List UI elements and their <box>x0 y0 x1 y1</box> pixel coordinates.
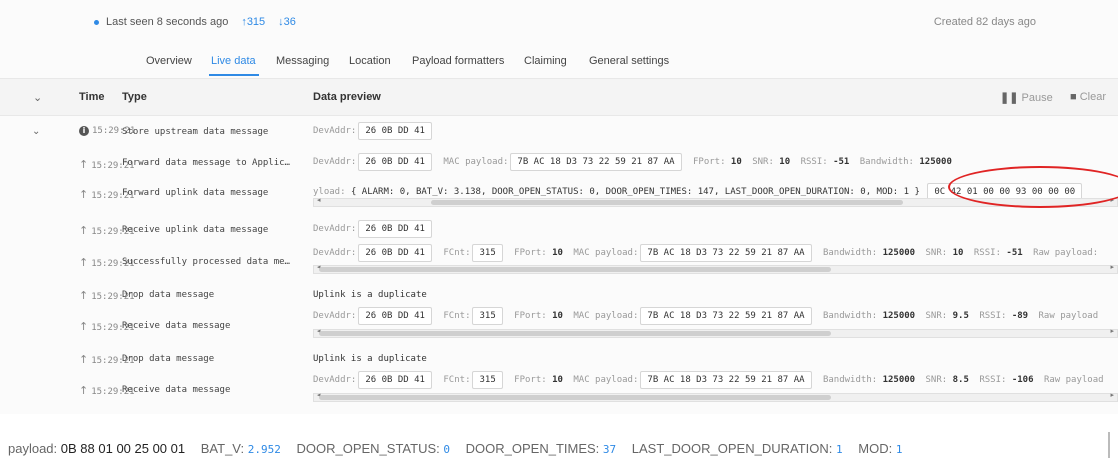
horizontal-scrollbar[interactable]: ◂ ▸ <box>313 263 1118 274</box>
row-preview: DevAddr: 26 0B DD 41 <box>313 122 1118 140</box>
tab-claiming[interactable]: Claiming <box>524 55 567 67</box>
tab-overview[interactable]: Overview <box>146 55 192 67</box>
active-tab-indicator <box>209 74 259 76</box>
scroll-right-icon[interactable]: ▸ <box>1110 391 1114 399</box>
info-icon: i <box>79 126 89 136</box>
row-type: Successfully processed data me… <box>122 257 290 267</box>
uplink-count: ↑315 <box>241 16 266 28</box>
row-type: Forward uplink data message <box>122 188 269 198</box>
mod-value: 1 <box>895 443 903 456</box>
tab-payload-formatters[interactable]: Payload formatters <box>412 55 504 67</box>
row-type: Store upstream data message <box>122 127 269 137</box>
live-data-panel: Last seen 8 seconds ago ↑315 ↓36 Created… <box>0 0 1118 414</box>
pause-button[interactable]: ❚❚ Pause <box>1000 91 1053 104</box>
last-door-open-duration-value: 1 <box>836 443 843 456</box>
horizontal-scrollbar[interactable]: ◂ ▸ <box>313 391 1118 402</box>
row-type: Drop data message <box>122 290 215 300</box>
row-preview: Uplink is a duplicate <box>313 290 427 300</box>
device-header <box>38 0 1118 78</box>
door-open-times-value: 37 <box>602 443 617 456</box>
uplink-arrow-icon: ↑ <box>79 188 89 201</box>
table-row[interactable]: ↑ 15:29:21 Receive uplink data message De… <box>0 217 1118 243</box>
tab-location[interactable]: Location <box>349 55 391 67</box>
created-date: Created 82 days ago <box>933 16 1036 28</box>
door-open-status-value: 0 <box>443 443 451 456</box>
row-preview: Uplink is a duplicate <box>313 354 427 364</box>
downlink-count: ↓36 <box>278 16 296 28</box>
scroll-right-icon[interactable]: ▸ <box>1110 327 1114 335</box>
uplink-arrow-icon: ↑ <box>79 224 89 237</box>
scroll-right-icon[interactable]: ▸ <box>1110 263 1114 271</box>
horizontal-scrollbar[interactable]: ◂ ▸ <box>313 327 1118 338</box>
table-row[interactable]: ⌄ i 15:29:21 Store upstream data message … <box>0 119 1118 145</box>
uplink-arrow-icon: ↑ <box>79 384 89 397</box>
status-dot-icon <box>94 19 99 25</box>
scrollbar-thumb[interactable] <box>319 331 831 336</box>
table-header: ⌄ Time Type Data preview ❚❚ Pause ■ Clea… <box>0 78 1118 116</box>
row-type: Receive data message <box>122 321 231 331</box>
tab-general-settings[interactable]: General settings <box>589 55 669 67</box>
highlight-ellipse <box>948 166 1118 208</box>
scrollbar-thumb[interactable] <box>319 395 831 400</box>
collapse-all-chevron-icon[interactable]: ⌄ <box>33 91 42 104</box>
partial-row <box>313 405 1118 414</box>
tab-live-data[interactable]: Live data <box>211 55 256 67</box>
payload-value: 0B 88 01 00 25 00 01 <box>60 441 186 456</box>
uplink-arrow-icon: ↑ <box>79 320 89 333</box>
tab-messaging[interactable]: Messaging <box>276 55 329 67</box>
row-type: Forward data message to Applic… <box>122 158 290 168</box>
row-preview: DevAddr: 26 0B DD 41 FCnt: 315 FPort: 10 M… <box>313 371 1118 389</box>
time-column-header: Time <box>79 91 105 103</box>
text-cursor <box>1108 432 1110 458</box>
preview-column-header: Data preview <box>313 91 381 103</box>
table-row[interactable]: ↑ 15:29:21 Forward data message to Applic… <box>0 150 1118 176</box>
row-type: Receive data message <box>122 385 231 395</box>
row-preview: DevAddr: 26 0B DD 41 FCnt: 315 FPort: 10 M… <box>313 244 1118 262</box>
bat-v-value: 2.952 <box>247 443 281 456</box>
last-seen: Last seen 8 seconds ago <box>106 16 229 28</box>
scroll-left-icon[interactable]: ◂ <box>317 196 321 204</box>
chevron-down-icon[interactable]: ⌄ <box>32 126 40 137</box>
clear-button[interactable]: ■ Clear <box>1070 91 1106 103</box>
row-type: Drop data message <box>122 354 215 364</box>
decoded-payload-summary: payload: 0B 88 01 00 25 00 01 BAT_V: 2.9… <box>8 441 903 456</box>
scrollbar-thumb[interactable] <box>319 267 831 272</box>
scrollbar-thumb[interactable] <box>431 200 903 205</box>
uplink-arrow-icon: ↑ <box>79 353 89 366</box>
uplink-arrow-icon: ↑ <box>79 158 89 171</box>
type-column-header: Type <box>122 91 147 103</box>
device-status: Last seen 8 seconds ago ↑315 ↓36 <box>94 16 296 28</box>
uplink-arrow-icon: ↑ <box>79 289 89 302</box>
row-preview: DevAddr: 26 0B DD 41 FCnt: 315 FPort: 10 M… <box>313 307 1118 325</box>
row-preview: DevAddr: 26 0B DD 41 <box>313 220 1118 238</box>
row-type: Receive uplink data message <box>122 225 269 235</box>
uplink-arrow-icon: ↑ <box>79 256 89 269</box>
